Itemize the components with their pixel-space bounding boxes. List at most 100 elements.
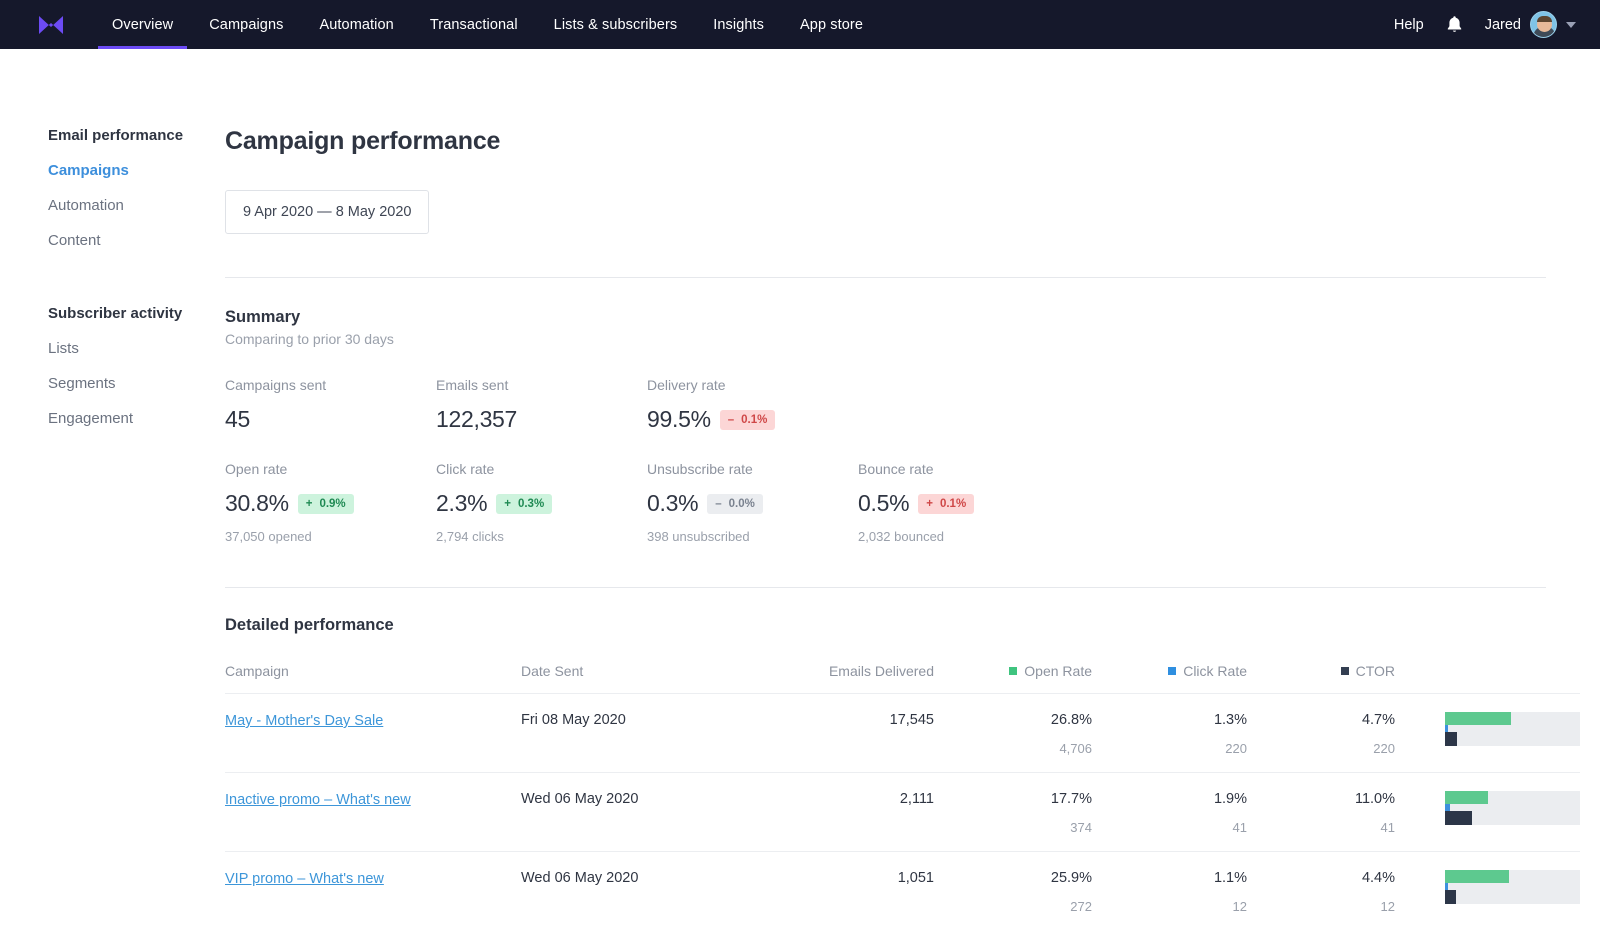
- open-rate-count: 272: [1070, 899, 1092, 914]
- status-badge: +0.1%: [918, 493, 975, 514]
- ctor-count: 41: [1380, 820, 1395, 835]
- bar-track: [1445, 870, 1580, 904]
- summary-metrics-row-1: Campaigns sent 45 Emails sent 122,357 Delive…: [225, 377, 1580, 433]
- emails-delivered: 2,111: [736, 791, 934, 807]
- open-rate-count: 4,706: [1059, 741, 1092, 756]
- date-sent: Wed 06 May 2020: [521, 870, 736, 886]
- badge-value: 0.1%: [741, 413, 768, 426]
- bar-track: [1445, 791, 1580, 825]
- column-header-delivered: Emails Delivered: [828, 663, 934, 679]
- user-menu[interactable]: Jared: [1485, 11, 1576, 38]
- badge-sign: –: [715, 497, 722, 510]
- metric-value: 0.5%: [858, 490, 910, 516]
- metric-label: Open rate: [225, 461, 288, 477]
- metric-bounce-rate: Bounce rate 0.5% +0.1% 2,032 bounced: [858, 461, 1069, 544]
- nav-link-overview[interactable]: Overview: [94, 0, 191, 49]
- date-sent-value: Fri 08 May 2020: [521, 712, 626, 728]
- nav-link-transactional[interactable]: Transactional: [412, 0, 536, 49]
- column-header-ctor: CTOR: [1247, 663, 1395, 679]
- metric-label: Bounce rate: [858, 461, 934, 477]
- metric-subtext: 2,032 bounced: [858, 529, 945, 544]
- metric-value: 99.5%: [647, 406, 711, 432]
- rate-bar-chart: [1395, 791, 1580, 825]
- metric-value: 0.3%: [647, 490, 699, 516]
- bar-click: [1445, 725, 1449, 732]
- open-rate-value: 17.7%: [1050, 791, 1092, 807]
- badge-sign: +: [504, 497, 511, 510]
- badge-value: 0.3%: [517, 497, 545, 510]
- main-content: Campaign performance 9 Apr 2020 — 8 May …: [225, 127, 1600, 930]
- open-rate-value: 26.8%: [1050, 712, 1092, 728]
- avatar: [1530, 11, 1557, 38]
- bar-click: [1445, 804, 1450, 811]
- click-rate-count: 220: [1225, 741, 1247, 756]
- bar-ctor: [1445, 811, 1472, 825]
- metric-click-rate: Click rate 2.3% +0.3% 2,794 clicks: [436, 461, 647, 544]
- badge-value: 0.0%: [728, 497, 755, 510]
- date-sent-value: Wed 06 May 2020: [521, 870, 639, 886]
- metric-value: 30.8%: [225, 490, 289, 516]
- nav-link-automation[interactable]: Automation: [301, 0, 411, 49]
- status-badge: –0.1%: [719, 409, 776, 430]
- sidebar-item-engagement[interactable]: Engagement: [48, 410, 225, 427]
- metric-value: 45: [225, 406, 250, 432]
- sidebar-heading-subscriber-activity: Subscriber activity: [48, 305, 183, 322]
- metric-value-row: 2.3% +0.3%: [436, 490, 647, 517]
- campaign-cell: Inactive promo – What's new: [225, 791, 521, 809]
- metric-label: Emails sent: [436, 377, 509, 393]
- sidebar-item-campaigns[interactable]: Campaigns: [48, 162, 225, 179]
- ctor-count: 12: [1380, 899, 1395, 914]
- bar-ctor: [1445, 732, 1457, 746]
- campaign-link[interactable]: VIP promo – What's new: [225, 871, 384, 887]
- sidebar-item-content[interactable]: Content: [48, 232, 225, 249]
- date-sent: Fri 08 May 2020: [521, 712, 736, 728]
- metric-unsubscribe-rate: Unsubscribe rate 0.3% –0.0% 398 unsubscribe…: [647, 461, 858, 544]
- campaign-link[interactable]: Inactive promo – What's new: [225, 792, 411, 808]
- nav-link-app-store[interactable]: App store: [782, 0, 881, 49]
- campaign-link[interactable]: May - Mother's Day Sale: [225, 713, 383, 729]
- click-rate: 1.9% 41: [1092, 791, 1247, 835]
- metric-value-row: 30.8% +0.9%: [225, 490, 436, 517]
- summary-metrics-row-2: Open rate 30.8% +0.9% 37,050 opened Click ra…: [225, 461, 1580, 544]
- metric-label: Click rate: [436, 461, 495, 477]
- ctor-value: 11.0%: [1354, 791, 1395, 807]
- metric-value: 2.3%: [436, 490, 488, 516]
- envelope-logo-icon[interactable]: [38, 0, 64, 49]
- metric-label: Campaigns sent: [225, 377, 327, 393]
- help-link[interactable]: Help: [1394, 17, 1424, 33]
- metric-campaigns-sent: Campaigns sent 45: [225, 377, 436, 433]
- table-row: VIP promo – What's new Wed 06 May 2020 1,0…: [225, 851, 1580, 930]
- sidebar: Email performance Campaigns Automation Cont…: [0, 127, 225, 930]
- metric-emails-sent: Emails sent 122,357: [436, 377, 647, 433]
- bar-open: [1445, 870, 1509, 883]
- click-rate-count: 41: [1232, 820, 1247, 835]
- bar-click: [1445, 883, 1448, 890]
- date-range-selector[interactable]: 9 Apr 2020 — 8 May 2020: [225, 190, 430, 234]
- notification-bell-icon[interactable]: [1446, 15, 1463, 34]
- ctor: 4.7% 220: [1247, 712, 1395, 756]
- ctor-value: 4.7%: [1361, 712, 1395, 728]
- sidebar-item-segments[interactable]: Segments: [48, 375, 225, 392]
- table-row: Inactive promo – What's new Wed 06 May 20…: [225, 772, 1580, 851]
- metric-subtext: 37,050 opened: [225, 529, 312, 544]
- sidebar-item-automation[interactable]: Automation: [48, 197, 225, 214]
- status-badge: –0.0%: [707, 493, 763, 514]
- ctor: 11.0% 41: [1247, 791, 1395, 835]
- top-navigation-bar: Overview Campaigns Automation Transactional…: [0, 0, 1600, 49]
- bar-open: [1445, 791, 1489, 804]
- badge-value: 0.1%: [939, 497, 967, 510]
- date-sent: Wed 06 May 2020: [521, 791, 736, 807]
- rate-bar-chart: [1395, 712, 1580, 746]
- chevron-down-icon[interactable]: [1566, 21, 1576, 28]
- metric-label: Unsubscribe rate: [647, 461, 753, 477]
- summary-title: Summary: [225, 308, 301, 326]
- open-rate: 17.7% 374: [934, 791, 1092, 835]
- nav-link-campaigns[interactable]: Campaigns: [191, 0, 301, 49]
- nav-link-lists-subscribers[interactable]: Lists & subscribers: [536, 0, 696, 49]
- summary-subtitle: Comparing to prior 30 days: [225, 331, 394, 347]
- metric-value-row: 122,357: [436, 406, 647, 433]
- open-rate-value: 25.9%: [1050, 870, 1092, 886]
- metric-value-row: 0.3% –0.0%: [647, 490, 858, 517]
- nav-link-insights[interactable]: Insights: [695, 0, 782, 49]
- sidebar-item-lists[interactable]: Lists: [48, 340, 225, 357]
